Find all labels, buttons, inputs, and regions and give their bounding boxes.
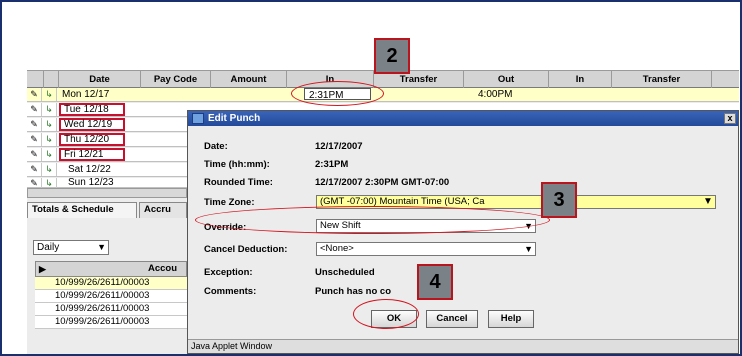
horizontal-scrollbar[interactable] [27, 188, 187, 198]
comments-label: Comments: [204, 286, 257, 297]
time-label: Time (hh:mm): [204, 159, 270, 170]
date-value: 12/17/2007 [315, 141, 363, 152]
header-in-2[interactable]: In [549, 71, 612, 88]
close-icon[interactable]: x [724, 113, 736, 124]
help-button[interactable]: Help [488, 310, 534, 328]
cancel-deduction-label: Cancel Deduction: [204, 244, 288, 255]
row-date: Wed 12/19 [59, 118, 125, 131]
cancel-deduction-value: <None> [320, 243, 354, 254]
row-date: Tue 12/18 [59, 103, 125, 116]
tab-accruals[interactable]: Accru [139, 202, 187, 218]
account-value: 10/999/26/2611/00003 [55, 290, 150, 301]
dialog-title: Edit Punch [208, 113, 261, 124]
period-select-value: Daily [37, 242, 60, 253]
account-value: 10/999/26/2611/00003 [55, 303, 150, 314]
edit-icon[interactable]: ✎ [27, 133, 42, 146]
arrow-icon[interactable]: ↳ [42, 148, 57, 161]
arrow-icon[interactable]: ↳ [42, 88, 57, 101]
highlight-oval-override [195, 206, 550, 234]
time-zone-label: Time Zone: [204, 197, 255, 208]
comments-value: Punch has no co [315, 286, 392, 297]
edit-icon[interactable]: ✎ [27, 88, 42, 101]
row-out-value[interactable]: 4:00PM [474, 88, 544, 101]
arrow-icon[interactable]: ↳ [42, 133, 57, 146]
cancel-deduction-select[interactable]: <None> ▼ [316, 242, 536, 256]
exception-label: Exception: [204, 267, 253, 278]
app-icon [192, 113, 204, 124]
period-select[interactable]: Daily ▼ [33, 240, 109, 255]
chevron-down-icon: ▼ [703, 196, 713, 207]
rounded-time-label: Rounded Time: [204, 177, 273, 188]
exception-value: Unscheduled [315, 267, 375, 278]
chevron-down-icon: ▼ [524, 244, 533, 254]
header-out[interactable]: Out [464, 71, 549, 88]
header-date[interactable]: Date [59, 71, 141, 88]
time-value: 2:31PM [315, 159, 349, 170]
status-bar: Java Applet Window [188, 339, 738, 353]
highlight-oval-in [291, 81, 384, 106]
account-value: 10/999/26/2611/00003 [55, 316, 150, 327]
edit-icon[interactable]: ✎ [27, 178, 42, 188]
accounts-header-label: Accou [148, 263, 178, 274]
list-item[interactable]: 10/999/26/2611/00003 [35, 290, 187, 303]
row-date: Sat 12/22 [68, 164, 111, 175]
edit-icon[interactable]: ✎ [27, 163, 42, 176]
edit-icon[interactable]: ✎ [27, 118, 42, 131]
header-amount[interactable]: Amount [211, 71, 287, 88]
edit-icon[interactable]: ✎ [27, 103, 42, 116]
header-icon-col-2 [44, 71, 59, 88]
header-pay-code[interactable]: Pay Code [141, 71, 211, 88]
account-value: 10/999/26/2611/00003 [55, 277, 150, 288]
header-icon-col [27, 71, 44, 88]
callout-badge-2: 2 [374, 38, 410, 74]
row-date: Fri 12/21 [59, 148, 125, 161]
row-date: Sun 12/23 [68, 177, 114, 188]
edit-icon[interactable]: ✎ [27, 148, 42, 161]
arrow-icon[interactable]: ↳ [42, 118, 57, 131]
row-pointer-icon: ▶ [39, 264, 46, 274]
accounts-header: ▶ Accou [35, 261, 187, 277]
list-item[interactable]: 10/999/26/2611/00003 [35, 303, 187, 316]
row-date: Mon 12/17 [62, 89, 110, 100]
callout-badge-3: 3 [541, 182, 577, 218]
row-date: Thu 12/20 [59, 133, 125, 146]
chevron-down-icon: ▼ [97, 242, 106, 252]
tab-totals-schedule[interactable]: Totals & Schedule [27, 202, 137, 218]
cancel-button[interactable]: Cancel [426, 310, 478, 328]
arrow-icon[interactable]: ↳ [42, 163, 57, 176]
highlight-oval-ok [353, 299, 419, 329]
arrow-icon[interactable]: ↳ [42, 103, 57, 116]
arrow-icon[interactable]: ↳ [42, 178, 57, 188]
dialog-titlebar[interactable]: Edit Punch x [188, 111, 738, 126]
tab-bar: Totals & Schedule Accru [27, 202, 187, 218]
list-item[interactable]: 10/999/26/2611/00003 [35, 316, 187, 329]
date-label: Date: [204, 141, 228, 152]
list-item[interactable]: 10/999/26/2611/00003 [35, 277, 187, 290]
rounded-time-value: 12/17/2007 2:30PM GMT-07:00 [315, 177, 450, 188]
callout-badge-4: 4 [417, 264, 453, 300]
header-transfer-2[interactable]: Transfer [612, 71, 712, 88]
